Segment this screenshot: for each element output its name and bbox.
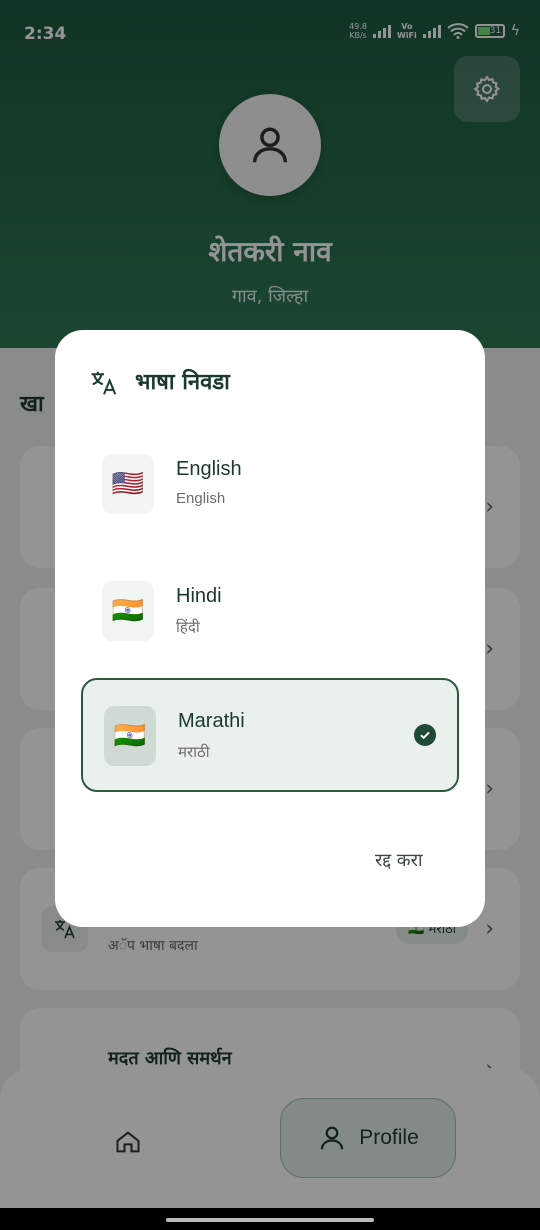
language-option-english[interactable]: 🇺🇸 English English [81,426,459,540]
cancel-button[interactable]: रद्द करा [375,848,423,872]
option-native-name: English [176,490,226,507]
option-name: Hindi [176,585,222,607]
language-option-hindi[interactable]: 🇮🇳 Hindi हिंदी [81,553,459,667]
language-option-marathi[interactable]: 🇮🇳 Marathi मराठी [81,678,459,792]
flag-india-icon: 🇮🇳 [102,581,154,641]
option-native-name: मराठी [178,744,210,761]
dialog-title: भाषा निवडा [135,370,230,395]
translate-icon [91,371,117,395]
flag-us-icon: 🇺🇸 [102,454,154,514]
check-icon [414,724,436,746]
option-native-name: हिंदी [176,619,200,636]
language-dialog: भाषा निवडा 🇺🇸 English English 🇮🇳 Hindi ह… [55,330,485,927]
option-name: English [176,458,242,480]
option-name: Marathi [178,710,245,732]
flag-india-icon: 🇮🇳 [104,706,156,766]
gesture-handle[interactable] [166,1218,374,1222]
